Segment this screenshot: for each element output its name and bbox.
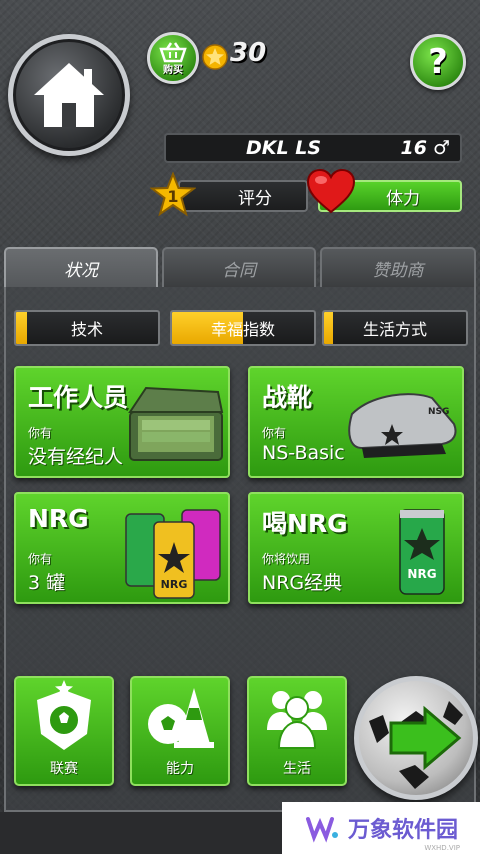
player-name: DKL LS bbox=[246, 137, 322, 159]
league-label: 联赛 bbox=[50, 761, 78, 777]
drink-title: 喝NRG bbox=[262, 509, 348, 538]
home-icon bbox=[34, 63, 104, 127]
ball-cone-icon bbox=[148, 688, 214, 748]
subtab-skill[interactable]: 技术 bbox=[14, 310, 160, 346]
staff-value: 没有经纪人 bbox=[28, 446, 124, 468]
rank-number: 1 bbox=[167, 187, 178, 206]
rating-label: 评分 bbox=[238, 188, 272, 209]
tab-status[interactable]: 状况 bbox=[4, 247, 158, 287]
nrg-card[interactable]: NRG NRG 你有 3 罐 bbox=[14, 492, 230, 604]
nrg-can-icon: NRG bbox=[399, 509, 445, 595]
rank-star-icon: 1 bbox=[150, 172, 196, 217]
league-button[interactable]: 联赛 bbox=[14, 676, 114, 786]
home-button[interactable] bbox=[8, 34, 130, 156]
subtab-lifestyle[interactable]: 生活方式 bbox=[322, 310, 468, 346]
tab-status-label: 状况 bbox=[64, 260, 98, 281]
shop-button[interactable]: 购买 bbox=[147, 32, 199, 84]
tab-sponsor-label: 赞助商 bbox=[372, 260, 424, 281]
subtab-happiness-label: 幸福指数 bbox=[210, 320, 275, 339]
subtab-happiness[interactable]: 幸福指数 bbox=[170, 310, 316, 346]
player-info-bar: DKL LS 16 ♂ bbox=[164, 133, 462, 163]
basket-icon bbox=[159, 41, 187, 62]
male-icon: ♂ bbox=[432, 137, 450, 159]
boots-title: 战靴 bbox=[262, 383, 313, 412]
player-age: 16 bbox=[400, 137, 427, 159]
ability-label: 能力 bbox=[166, 761, 194, 777]
ability-button[interactable]: 能力 bbox=[130, 676, 230, 786]
coin-star-icon bbox=[202, 44, 228, 70]
staff-sub: 你有 bbox=[28, 426, 53, 440]
play-button[interactable] bbox=[354, 676, 478, 800]
drink-card[interactable]: NRG 喝NRG 你将饮用 NRG经典 bbox=[248, 492, 464, 604]
people-icon bbox=[267, 691, 327, 749]
help-icon: ? bbox=[428, 42, 448, 82]
league-shield-icon bbox=[37, 680, 91, 750]
watermark-small: WXHD.VIP bbox=[424, 844, 460, 852]
rating-bar[interactable]: 评分 bbox=[178, 180, 308, 212]
subtab-skill-label: 技术 bbox=[70, 320, 103, 339]
briefcase-icon bbox=[128, 386, 224, 461]
boots-card[interactable]: NSG 战靴 你有 NS-Basic bbox=[248, 366, 464, 478]
watermark-text: 万象软件园 bbox=[347, 818, 458, 843]
nrg-cans-icon: NRG bbox=[125, 509, 221, 599]
tab-sponsor[interactable]: 赞助商 bbox=[320, 247, 476, 287]
nrg-sub: 你有 bbox=[28, 552, 53, 566]
skill-fill bbox=[16, 312, 28, 344]
soccer-ball-arrow-icon bbox=[369, 701, 463, 789]
shop-label: 购买 bbox=[163, 64, 183, 76]
energy-label: 体力 bbox=[386, 188, 420, 209]
heart-icon bbox=[306, 168, 356, 214]
life-label: 生活 bbox=[283, 761, 311, 777]
can-brand: NRG bbox=[161, 578, 188, 591]
tab-contract[interactable]: 合同 bbox=[162, 247, 316, 287]
boot-icon: NSG bbox=[348, 393, 457, 458]
drink-sub: 你将饮用 bbox=[262, 552, 311, 566]
staff-title: 工作人员 bbox=[28, 383, 129, 412]
drink-value: NRG经典 bbox=[262, 572, 343, 594]
nrg-title: NRG bbox=[28, 504, 89, 533]
subtab-lifestyle-label: 生活方式 bbox=[362, 320, 427, 339]
coin-count: 30 bbox=[230, 38, 267, 68]
lifestyle-fill bbox=[324, 312, 333, 344]
watermark-logo-icon bbox=[305, 817, 338, 843]
can-brand-2: NRG bbox=[407, 567, 436, 581]
boots-sub: 你有 bbox=[262, 426, 287, 440]
staff-card[interactable]: 工作人员 你有 没有经纪人 bbox=[14, 366, 230, 478]
help-button[interactable]: ? bbox=[410, 34, 466, 90]
tab-contract-label: 合同 bbox=[222, 260, 256, 281]
boot-brand: NSG bbox=[428, 407, 449, 417]
watermark: 万象软件园 WXHD.VIP bbox=[282, 802, 480, 854]
life-button[interactable]: 生活 bbox=[247, 676, 347, 786]
boots-value: NS-Basic bbox=[262, 442, 345, 464]
nrg-value: 3 罐 bbox=[28, 572, 66, 594]
